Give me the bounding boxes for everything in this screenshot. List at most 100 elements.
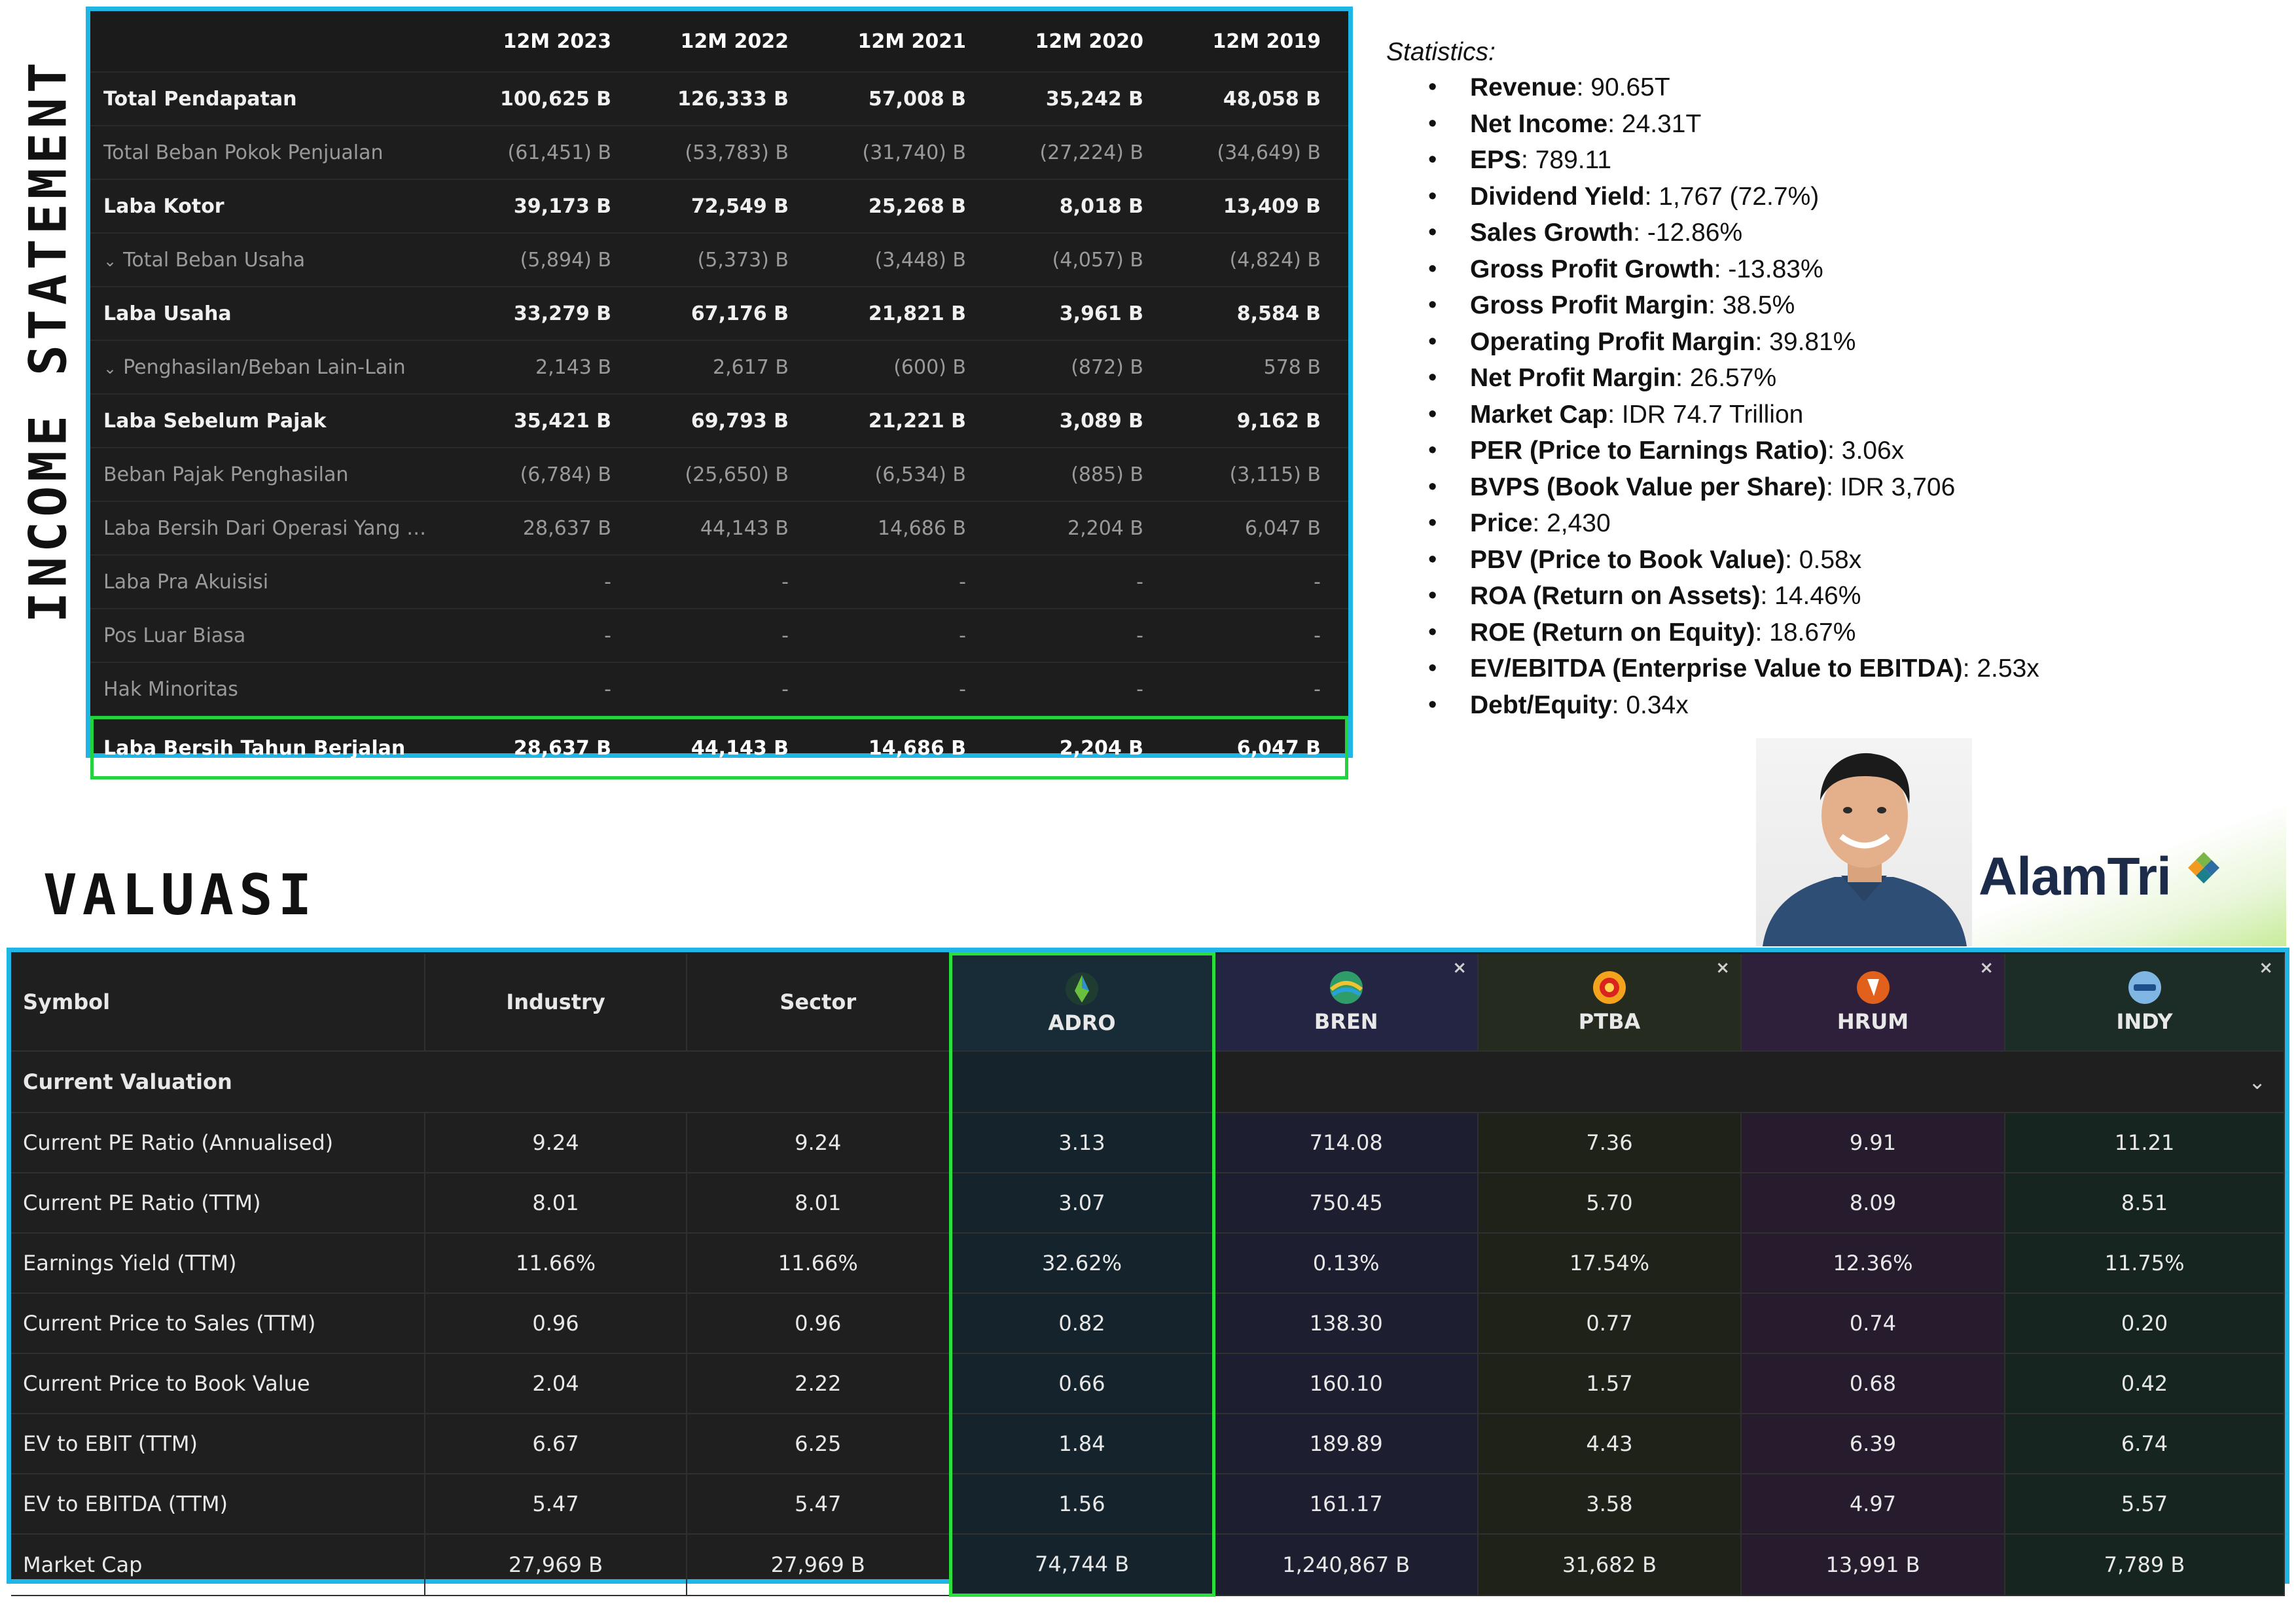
income-cell: 14,686 B <box>816 501 994 556</box>
valuation-cell: 0.74 <box>1741 1293 2005 1354</box>
income-cell: 57,008 B <box>816 72 994 126</box>
income-cell: (31,740) B <box>816 126 994 180</box>
income-row: Laba Usaha 33,279 B 67,176 B 21,821 B 3,961 … <box>90 287 1348 341</box>
income-cell: (5,894) B <box>461 233 639 287</box>
statistic-key: EPS <box>1470 146 1522 174</box>
close-icon[interactable]: × <box>1452 958 1467 978</box>
income-cell: (34,649) B <box>1171 126 1348 180</box>
statistics-title: Statistics: <box>1386 38 1496 66</box>
income-statement-label: INCOME STATEMENT <box>20 58 79 623</box>
chevron-down-icon[interactable]: ⌄ <box>103 359 117 378</box>
income-cell: - <box>816 555 994 609</box>
valuation-cell: 6.25 <box>687 1414 951 1474</box>
symbol-column-adro[interactable]: ADRO <box>948 952 1215 1052</box>
income-cell: (4,824) B <box>1171 233 1348 287</box>
symbol-header: Symbol <box>11 954 425 1052</box>
valuation-row-label: Current PE Ratio (TTM) <box>11 1173 425 1234</box>
income-row[interactable]: ⌄ Penghasilan/Beban Lain-Lain 2,143 B 2,617… <box>90 340 1348 395</box>
symbol-column-hrum[interactable]: × HRUM <box>1741 954 2005 1052</box>
income-row-label-text: Hak Minoritas <box>103 677 238 701</box>
income-row-label[interactable]: ⌄ Total Beban Usaha <box>90 233 461 287</box>
valuation-cell: 5.70 <box>1478 1173 1742 1234</box>
statistic-value: : 39.81% <box>1755 327 1856 356</box>
income-cell: - <box>639 609 816 663</box>
statistic-value: : 3.06x <box>1827 437 1905 465</box>
income-row[interactable]: ⌄ Total Beban Usaha (5,894) B (5,373) B (3,4… <box>90 233 1348 287</box>
close-icon[interactable]: × <box>1979 958 1994 978</box>
income-row-label[interactable]: ⌄ Penghasilan/Beban Lain-Lain <box>90 340 461 395</box>
statistic-item: Net Profit Margin: 26.57% <box>1428 360 2263 397</box>
income-header-cell[interactable]: 12M 2022 <box>639 11 816 73</box>
valuation-row: Earnings Yield (TTM) 11.66% 11.66% 32.62% 0.… <box>11 1233 2285 1294</box>
valuation-cell: 31,682 B <box>1478 1534 1742 1596</box>
income-header-cell[interactable]: 12M 2023 <box>461 11 639 73</box>
income-header-cell[interactable]: 12M 2019 <box>1171 11 1348 73</box>
valuation-header-row: Symbol Industry Sector ADRO × BREN × PTB… <box>11 952 2285 1052</box>
chevron-down-icon[interactable]: ⌄ <box>2248 1069 2266 1094</box>
income-row-label-text: Laba Pra Akuisisi <box>103 570 269 594</box>
statistic-value: : 24.31T <box>1607 109 1702 138</box>
valuation-cell: 11.75% <box>2005 1233 2285 1294</box>
valuation-cell: 7.36 <box>1478 1113 1742 1173</box>
valuation-cell: 4.43 <box>1478 1414 1742 1474</box>
income-row-label-text: Pos Luar Biasa <box>103 624 246 647</box>
income-row-label-text: Total Beban Usaha <box>123 248 306 272</box>
income-cell: (61,451) B <box>461 126 639 180</box>
symbol-name: HRUM <box>1837 1009 1909 1035</box>
statistic-value: : IDR 74.7 Trillion <box>1607 400 1804 429</box>
valuation-cell: 12.36% <box>1741 1233 2005 1294</box>
income-row-label-text: Beban Pajak Penghasilan <box>103 463 349 486</box>
close-icon[interactable]: × <box>1715 958 1730 978</box>
symbol-column-indy[interactable]: × INDY <box>2005 954 2285 1052</box>
statistics-panel: Statistics: Revenue: 90.65TNet Income: 2… <box>1386 38 2263 723</box>
valuation-cell: 161.17 <box>1213 1474 1479 1535</box>
income-total-cell: 2,204 B <box>1059 736 1143 760</box>
income-cell: 2,204 B <box>994 501 1171 556</box>
chevron-down-icon[interactable]: ⌄ <box>103 252 117 270</box>
group-row-current-valuation[interactable]: Current Valuation ⌄ <box>11 1051 2285 1113</box>
income-cell: (885) B <box>994 448 1171 502</box>
statistic-value: : 2,430 <box>1532 509 1611 537</box>
group-cell-adro <box>948 1051 1215 1113</box>
symbol-name: ADRO <box>1048 1010 1116 1035</box>
logo-mark-icon <box>2188 852 2219 883</box>
group-label: Current Valuation <box>11 1051 951 1113</box>
valuation-cell: 5.47 <box>425 1474 687 1535</box>
income-cell: (27,224) B <box>994 126 1171 180</box>
statistic-item: Gross Profit Growth: -13.83% <box>1428 251 2263 288</box>
income-cell: 39,173 B <box>461 179 639 234</box>
statistic-item: Gross Profit Margin: 38.5% <box>1428 287 2263 324</box>
valuation-row-label: EV to EBIT (TTM) <box>11 1414 425 1474</box>
income-row-label-text: Laba Kotor <box>103 194 224 218</box>
income-row-label-text: Laba Bersih Dari Operasi Yang D... <box>103 516 440 540</box>
income-header-cell[interactable]: 12M 2021 <box>816 11 994 73</box>
valuation-cell: 6.74 <box>2005 1414 2285 1474</box>
income-cell: 6,047 B <box>1171 501 1348 556</box>
valuation-cell: 9.24 <box>687 1113 951 1173</box>
income-cell: 13,409 B <box>1171 179 1348 234</box>
income-cell: - <box>994 609 1171 663</box>
income-cell: - <box>639 662 816 717</box>
income-row: Laba Bersih Dari Operasi Yang D... 28,637… <box>90 501 1348 556</box>
valuation-row: EV to EBITDA (TTM) 5.47 5.47 1.56 161.17 3.58… <box>11 1474 2285 1535</box>
income-header-cell[interactable]: 12M 2020 <box>994 11 1171 73</box>
logo-text: AlamTri <box>1979 847 2172 906</box>
statistic-key: Dividend Yield <box>1470 182 1645 211</box>
statistic-key: Gross Profit Growth <box>1470 255 1714 283</box>
person-photo <box>1756 738 1972 946</box>
valuation-cell: 0.66 <box>948 1353 1215 1414</box>
statistic-item: PBV (Price to Book Value): 0.58x <box>1428 542 2263 579</box>
income-cell: - <box>816 662 994 717</box>
income-cell: - <box>994 555 1171 609</box>
income-cell: (872) B <box>994 340 1171 395</box>
valuation-cell: 8.01 <box>687 1173 951 1234</box>
statistic-item: Revenue: 90.65T <box>1428 69 2263 106</box>
statistic-value: : -13.83% <box>1713 255 1823 283</box>
close-icon[interactable]: × <box>2259 958 2273 978</box>
statistic-item: Operating Profit Margin: 39.81% <box>1428 324 2263 361</box>
income-cell: (6,784) B <box>461 448 639 502</box>
income-cell: 8,018 B <box>994 179 1171 234</box>
symbol-column-bren[interactable]: × BREN <box>1213 954 1479 1052</box>
symbol-column-ptba[interactable]: × PTBA <box>1478 954 1742 1052</box>
income-row-label: Laba Usaha <box>90 287 461 341</box>
